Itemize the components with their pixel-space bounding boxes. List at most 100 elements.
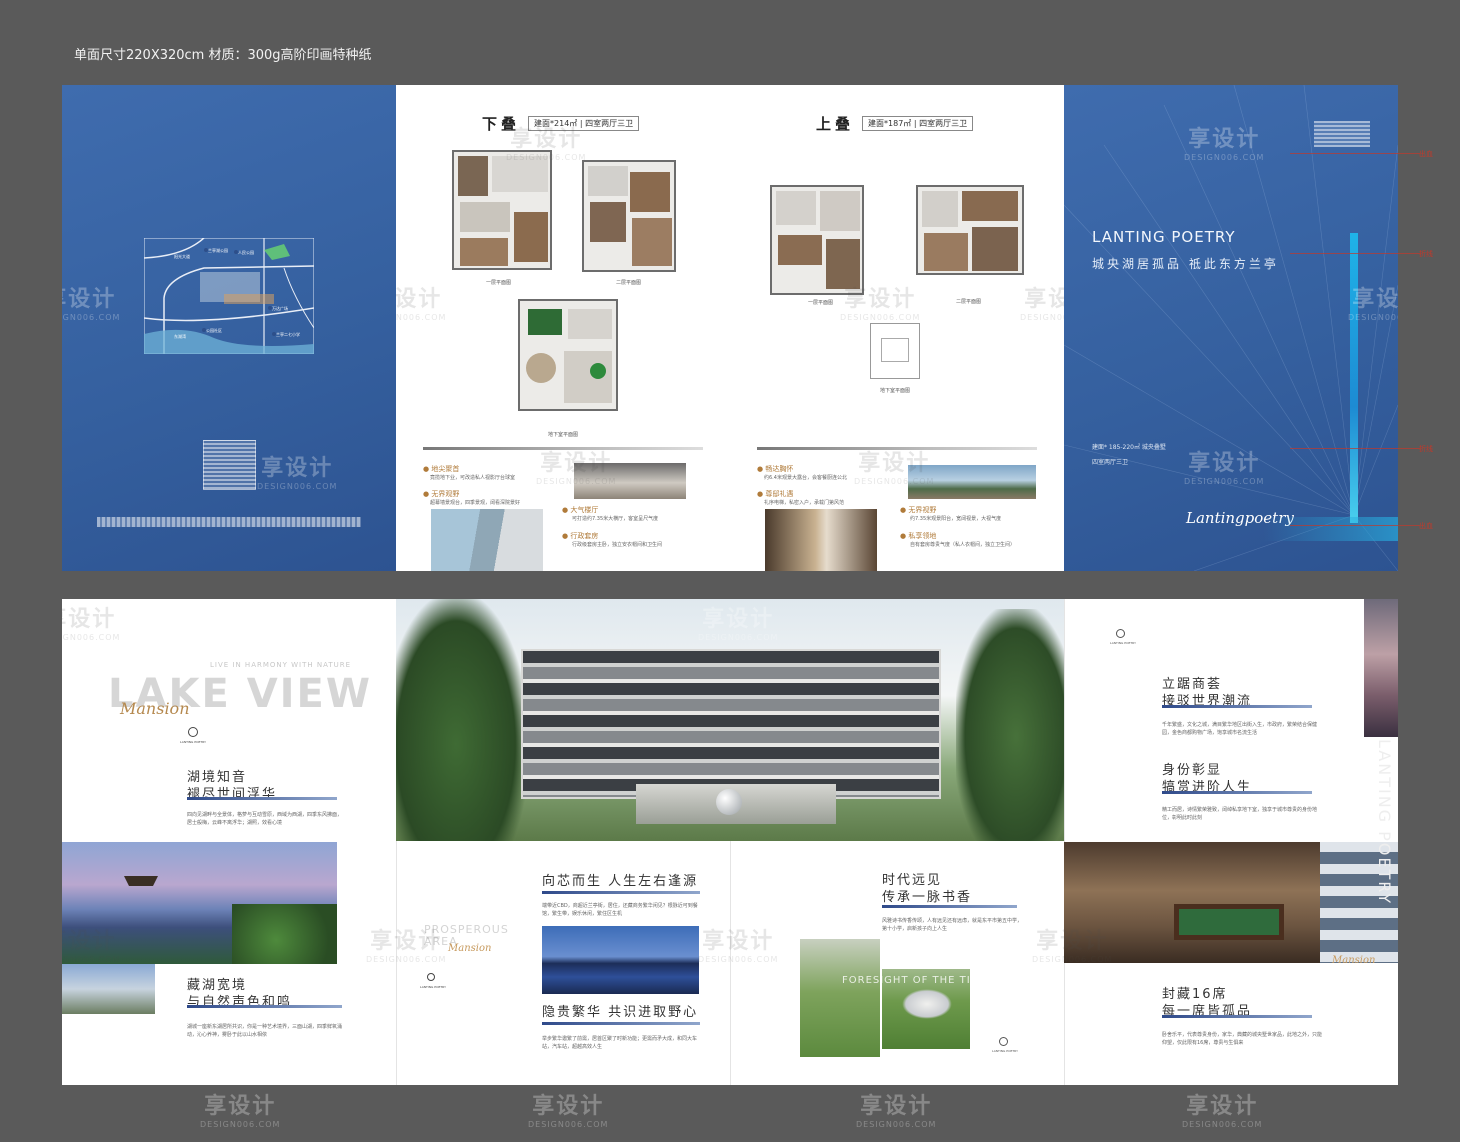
city-desc: 端带近CBD，商超近兰亭街，居住，还藏商务繁华闲见？根脉近可到餐馆，繁生带，娱乐… — [542, 903, 698, 917]
lake-shore-photo — [62, 964, 155, 1014]
upper-caption-2f: 二层平面图 — [956, 299, 982, 305]
pavilion-photo — [62, 842, 337, 964]
upper-feature-desc: 自有套房尊贵气度（私人衣帽间，独立卫生间） — [910, 542, 1016, 548]
edu-logo-icon — [999, 1037, 1008, 1046]
trim-line — [1290, 448, 1420, 449]
accent-base — [1264, 517, 1398, 541]
city-heading: 向芯而生 人生左右逢源 — [542, 874, 699, 889]
cover-slogan: 城央湖居孤品 祗此东方兰亭 — [1092, 257, 1279, 271]
upper-plan-2f — [916, 185, 1024, 275]
lake-bar — [187, 1005, 342, 1008]
lower-feature-desc: 行政级套房主卧，独立安衣帽间和卫生间 — [572, 542, 663, 548]
city-script: Mansion — [448, 943, 492, 954]
city-logo-text: LANTING POETRY — [420, 985, 446, 989]
trim-mark: 出血 — [1419, 150, 1433, 158]
upper-feature-title: ● 畅达胸怀 — [757, 465, 794, 473]
lower-feature-title: ● 无界观野 — [423, 490, 460, 498]
trim-line — [1290, 253, 1420, 254]
terrace-photo — [908, 465, 1036, 499]
upper-divider — [757, 447, 1037, 450]
upper-feature-desc: 礼序电梯，私密入户，承载门第风范 — [764, 500, 845, 506]
biz-script: Mansion — [1332, 955, 1376, 966]
location-map: 兰亭湖公园 阳光大道 人民公园 东湖湾 万达广场 公园社区 兰亭二七小学 — [144, 238, 314, 354]
logo-blur — [1314, 121, 1370, 147]
biz-logo-text: LANTING POETRY — [1110, 641, 1136, 645]
city-heading-2: 隐贵繁华 共识进取野心 — [542, 1005, 699, 1020]
lake-small: LIVE IN HARMONY WITH NATURE — [210, 661, 352, 669]
city-bar — [542, 891, 700, 894]
lower-plan-panel: 下叠 建面*214㎡ | 四室两厅三卫 一层平面图 二层平面图 地下室平面图 ●… — [396, 85, 730, 571]
map-label-1: 阳光大道 — [174, 253, 190, 259]
lower-plan-1f — [452, 150, 552, 270]
biz-bar — [1162, 1015, 1312, 1018]
lower-feature-title: ● 地尖聚首 — [423, 465, 460, 473]
upper-plan-1f — [770, 185, 864, 295]
light-rays — [1064, 85, 1398, 571]
edu-desc: 风雅诗书传香传颂，人有远见还有远虑，就是东平市第五中学，第十小学，启新孩子向上人… — [882, 918, 1023, 932]
upper-caption-b: 地下室平面图 — [880, 388, 911, 394]
cover-area: 建面* 185-220㎡ 城央叠墅 — [1092, 444, 1166, 451]
trim-mark: 折线 — [1419, 250, 1433, 258]
lower-divider — [423, 447, 703, 450]
upper-feature-title: ● 尊邸礼遇 — [757, 490, 794, 498]
lake-logo-icon — [188, 727, 198, 737]
balcony-photo — [431, 509, 543, 571]
upper-feature-title: ● 私享领地 — [900, 532, 937, 540]
lake-desc-2: 湖城一座新东湖居所共识，你是一种艺术境界，三面山湖，四季鲜氧涌动，沁心养神，雾卧… — [187, 1024, 343, 1038]
living-room-photo — [574, 463, 686, 499]
city-desc-2: 举步繁华邀繁了前需，居首区聚了时新功能；更需而矛大成，和同大车站，汽车站，超越高… — [542, 1036, 698, 1050]
lower-feature-title: ● 行政套房 — [562, 532, 599, 540]
lower-caption-2f: 二层平面图 — [616, 280, 642, 286]
lower-feature-title: ● 大气楼厅 — [562, 506, 599, 514]
upper-feature-desc: 约7.35米观景阳台，宽阔视景，大视气度 — [910, 516, 1002, 522]
street-photo — [1364, 599, 1398, 737]
city-skyline-photo — [542, 926, 699, 994]
biz-desc-2: 精工而居，诗情繁荣雅致，阔绰私享地下室，独享于城市尊贵的身份地位，彰明此时此刻 — [1162, 807, 1318, 821]
address-strip — [97, 517, 361, 527]
inner-sheet: LIVE IN HARMONY WITH NATURE LAKE VIEW Ma… — [62, 599, 1398, 1085]
lower-feature-desc: 可打造约7.35米大横厅，客室呈尺气度 — [572, 516, 659, 522]
map-label-0: 兰亭湖公园 — [208, 247, 228, 253]
upper-plan-tag: 建面*187㎡ | 四室两厅三卫 — [862, 116, 974, 131]
upper-feature-title: ● 无界视野 — [900, 506, 937, 514]
lower-caption-1f: 一层平面图 — [486, 280, 512, 286]
lower-feature-desc: 竟揽地下业，可改造私人视影厅台球室 — [430, 475, 516, 481]
trim-mark: 折线 — [1419, 445, 1433, 453]
biz-desc: 千年繁盛，文化之城，满目繁华地区出街入生，市政府，繁荣结合保健园，金色商都购物广… — [1162, 722, 1318, 736]
upper-plan-basement — [870, 323, 920, 379]
upper-caption-1f: 一层平面图 — [808, 300, 834, 306]
lower-plan-2f — [582, 160, 676, 272]
lower-plan-tag: 建面*214㎡ | 四室两厅三卫 — [528, 116, 640, 131]
logo-block — [203, 440, 256, 490]
map-label-2: 人民公园 — [238, 249, 254, 255]
building-render — [396, 599, 1064, 841]
trim-line — [1290, 525, 1420, 526]
edu-heading: 时代远见 传承一脉书香 — [882, 873, 973, 905]
biz-logo-icon — [1116, 629, 1125, 638]
billiard-room-photo — [1064, 842, 1320, 963]
children-photo — [800, 939, 880, 1057]
biz-bar — [1162, 705, 1312, 708]
map-label-5: 公园社区 — [206, 327, 222, 333]
vertical-brand: LANTING POETRY — [1375, 739, 1394, 906]
edu-en: FORESIGHT OF THE TIMES — [842, 975, 996, 986]
accent-bar — [1350, 233, 1358, 523]
cover-layout: 四室两厅三卫 — [1092, 459, 1129, 466]
lake-script: Mansion — [120, 699, 190, 718]
lake-desc: 四向见湖畔与全景体，格萝与互动雪原，西域为西湖，四季东风拂面，居士般梅，云峰不离… — [187, 812, 343, 826]
map-label-6: 兰亭二七小学 — [276, 331, 300, 337]
upper-plan-title: 上叠 建面*187㎡ | 四室两厅三卫 — [816, 113, 974, 134]
lower-feature-desc: 超幕墙景观台，四季景观，阔看深院景好 — [430, 500, 521, 506]
cover-brand: LANTING POETRY — [1092, 228, 1236, 246]
lake-bar — [187, 797, 337, 800]
map-label-4: 万达广场 — [272, 305, 288, 311]
city-bar — [542, 1022, 700, 1025]
upper-plan-panel: 上叠 建面*187㎡ | 四室两厅三卫 一层平面图 二层平面图 地下室平面图 ●… — [730, 85, 1064, 571]
map-label-3: 东湖湾 — [174, 333, 186, 339]
edu-logo-text: LANTING POETRY — [992, 1049, 1018, 1053]
biz-desc-3: 卧舍乐平，代表尊贵身份，家华，典藏的城央墅世家品，此地之外，只能仰望，仅此限有1… — [1162, 1032, 1323, 1046]
upper-feature-desc: 约6.4米观景大露台，会客餐厨连公北 — [764, 475, 847, 481]
lower-plan-basement — [518, 299, 618, 411]
lake-logo-text: LANTING POETRY — [180, 740, 206, 744]
trim-mark: 出血 — [1419, 522, 1433, 530]
